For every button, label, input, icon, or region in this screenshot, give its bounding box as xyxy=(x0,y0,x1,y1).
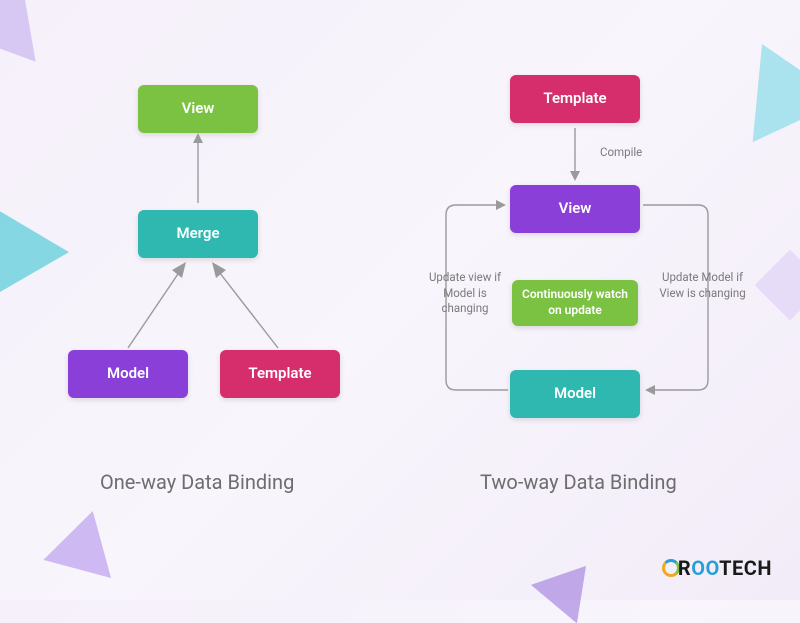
label-update-model: Update Model if View is changing xyxy=(655,270,750,301)
twoway-view-node: View xyxy=(510,185,640,233)
oneway-view-node: View xyxy=(138,85,258,133)
arrow-merge-to-view xyxy=(190,133,210,210)
arrow-model-to-merge xyxy=(120,258,200,353)
label-update-view: Update view if Model is changing xyxy=(420,270,510,317)
diagram-stage: View Merge Model Template One-way Data B… xyxy=(0,0,800,600)
oneway-merge-node: Merge xyxy=(138,210,258,258)
label-compile: Compile xyxy=(600,145,642,161)
oneway-template-node: Template xyxy=(220,350,340,398)
arrow-template-to-merge xyxy=(200,258,290,353)
oneway-model-node: Model xyxy=(68,350,188,398)
brand-logo: ROOTECH xyxy=(662,556,772,580)
twoway-caption: Two-way Data Binding xyxy=(480,470,677,494)
arrow-compile xyxy=(565,123,585,185)
oneway-caption: One-way Data Binding xyxy=(100,470,294,494)
twoway-watch-node: Continuously watch on update xyxy=(512,280,638,326)
twoway-template-node: Template xyxy=(510,75,640,123)
twoway-model-node: Model xyxy=(510,370,640,418)
